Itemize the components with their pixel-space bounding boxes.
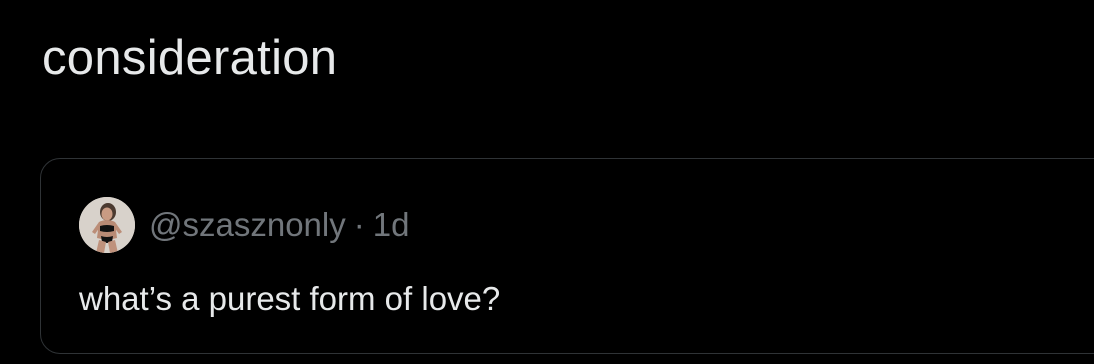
quoted-post-header: @szasznonly · 1d [79,195,409,255]
post-text: consideration [42,31,338,85]
quoted-post-handle[interactable]: @szasznonly [149,206,346,244]
dot-separator: · [353,206,365,243]
avatar[interactable] [79,197,135,253]
quoted-post-card[interactable]: @szasznonly · 1d what’s a purest form of… [40,158,1094,354]
tweet-view: consideration @szasznonly · 1d what’s a … [0,0,1094,364]
quoted-post-text: what’s a purest form of love? [79,280,501,317]
user-avatar-icon [79,197,135,253]
quoted-post-time[interactable]: 1d [373,206,410,244]
